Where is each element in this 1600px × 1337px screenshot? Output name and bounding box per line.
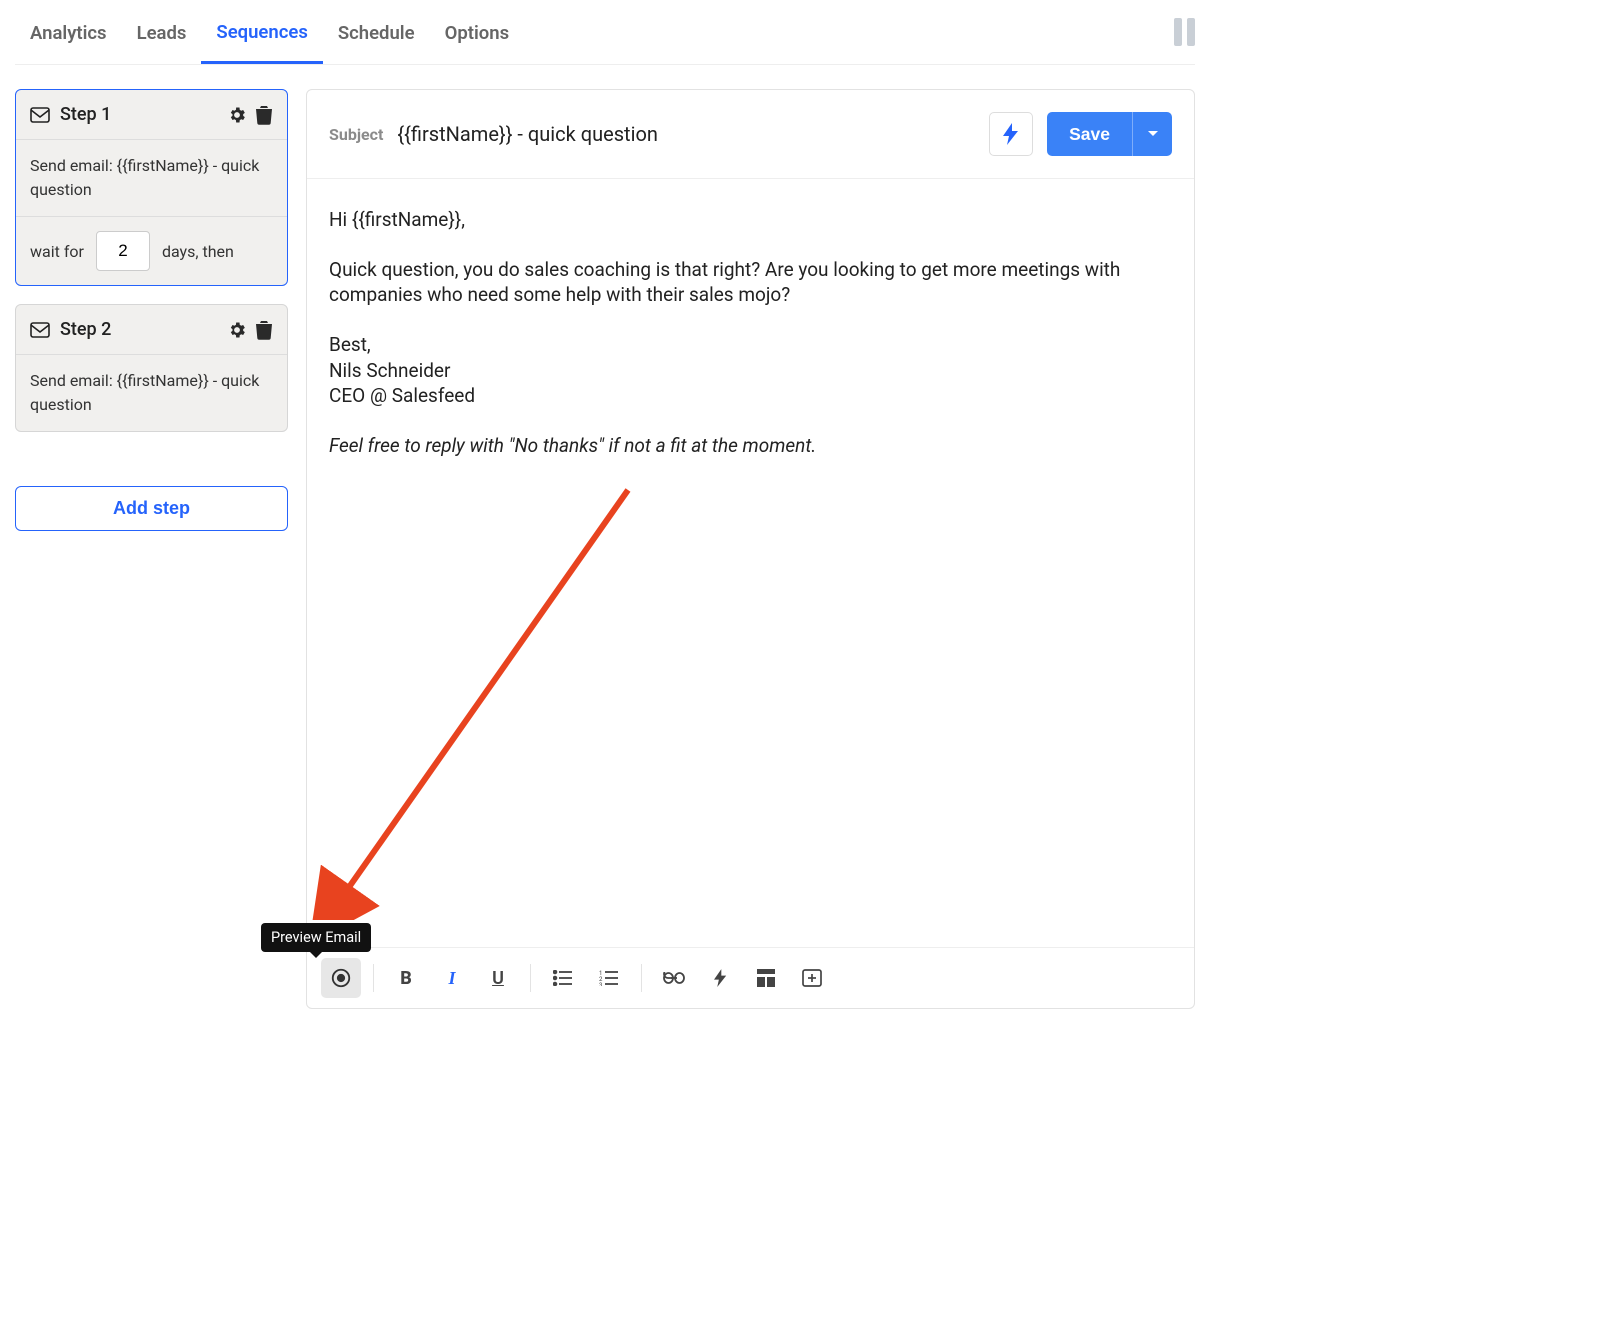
bolt-icon bbox=[714, 968, 727, 988]
bold-button[interactable]: B bbox=[386, 958, 426, 998]
add-step-button[interactable]: Add step bbox=[15, 486, 288, 531]
steps-sidebar: Step 1 Send email: {{firstName}} - quick… bbox=[15, 89, 288, 1009]
bold-icon: B bbox=[400, 968, 412, 989]
step-card-2[interactable]: Step 2 Send email: {{firstName}} - quick… bbox=[15, 304, 288, 432]
subject-label: Subject bbox=[329, 125, 383, 144]
email-signature-name: Nils Schneider bbox=[329, 358, 1172, 384]
wait-days-input[interactable] bbox=[96, 231, 150, 271]
insert-block-button[interactable] bbox=[746, 958, 786, 998]
link-button[interactable] bbox=[654, 958, 694, 998]
email-paragraph: Quick question, you do sales coaching is… bbox=[329, 257, 1172, 308]
toolbar-separator bbox=[641, 964, 642, 992]
bullet-list-button[interactable] bbox=[543, 958, 583, 998]
save-dropdown-button[interactable] bbox=[1132, 112, 1172, 156]
underline-button[interactable]: U bbox=[478, 958, 518, 998]
top-tabs: Analytics Leads Sequences Schedule Optio… bbox=[15, 0, 1195, 65]
mail-icon bbox=[30, 322, 50, 338]
eye-icon bbox=[330, 967, 352, 989]
step-title: Step 1 bbox=[60, 104, 219, 125]
layout-icon bbox=[757, 969, 775, 987]
email-editor-panel: Subject {{firstName}} - quick question S… bbox=[306, 89, 1195, 1009]
step-settings-icon[interactable] bbox=[227, 320, 247, 340]
email-greeting: Hi {{firstName}}, bbox=[329, 207, 1172, 233]
step-description: Send email: {{firstName}} - quick questi… bbox=[16, 354, 287, 431]
step-delete-icon[interactable] bbox=[255, 105, 273, 125]
email-closing: Best, bbox=[329, 332, 1172, 358]
insert-variable-button[interactable] bbox=[700, 958, 740, 998]
email-signature-title: CEO @ Salesfeed bbox=[329, 383, 1172, 409]
save-button[interactable]: Save bbox=[1047, 112, 1132, 156]
numbered-list-button[interactable]: 123 bbox=[589, 958, 629, 998]
toolbar-separator bbox=[530, 964, 531, 992]
insert-image-button[interactable] bbox=[792, 958, 832, 998]
tab-leads[interactable]: Leads bbox=[122, 2, 202, 62]
tab-schedule[interactable]: Schedule bbox=[323, 2, 430, 62]
bullet-list-icon bbox=[553, 970, 573, 986]
mail-icon bbox=[30, 107, 50, 123]
underline-icon: U bbox=[492, 968, 504, 989]
bolt-icon bbox=[1003, 123, 1019, 145]
numbered-list-icon: 123 bbox=[599, 970, 619, 986]
tab-analytics[interactable]: Analytics bbox=[15, 2, 122, 62]
step-card-1[interactable]: Step 1 Send email: {{firstName}} - quick… bbox=[15, 89, 288, 286]
subject-input[interactable]: {{firstName}} - quick question bbox=[397, 122, 975, 146]
wait-suffix: days, then bbox=[162, 242, 234, 261]
pause-button[interactable] bbox=[1174, 18, 1195, 46]
wait-prefix: wait for bbox=[30, 242, 84, 261]
add-image-icon bbox=[802, 969, 822, 987]
step-delete-icon[interactable] bbox=[255, 320, 273, 340]
email-ps: Feel free to reply with "No thanks" if n… bbox=[329, 433, 1172, 459]
step-title: Step 2 bbox=[60, 319, 219, 340]
tab-sequences[interactable]: Sequences bbox=[201, 1, 322, 64]
step-description: Send email: {{firstName}} - quick questi… bbox=[16, 139, 287, 216]
email-body-editor[interactable]: Hi {{firstName}}, Quick question, you do… bbox=[307, 179, 1194, 947]
editor-toolbar: B I U 123 bbox=[307, 947, 1194, 1008]
variables-button[interactable] bbox=[989, 112, 1033, 156]
italic-button[interactable]: I bbox=[432, 958, 472, 998]
preview-email-button[interactable] bbox=[321, 958, 361, 998]
svg-text:3: 3 bbox=[599, 982, 602, 986]
italic-icon: I bbox=[448, 968, 455, 989]
toolbar-separator bbox=[373, 964, 374, 992]
tab-options[interactable]: Options bbox=[430, 2, 525, 62]
link-icon bbox=[663, 972, 685, 984]
step-settings-icon[interactable] bbox=[227, 105, 247, 125]
preview-email-tooltip: Preview Email bbox=[261, 923, 371, 952]
step-wait-row: wait for days, then bbox=[16, 216, 287, 285]
caret-down-icon bbox=[1147, 130, 1159, 138]
